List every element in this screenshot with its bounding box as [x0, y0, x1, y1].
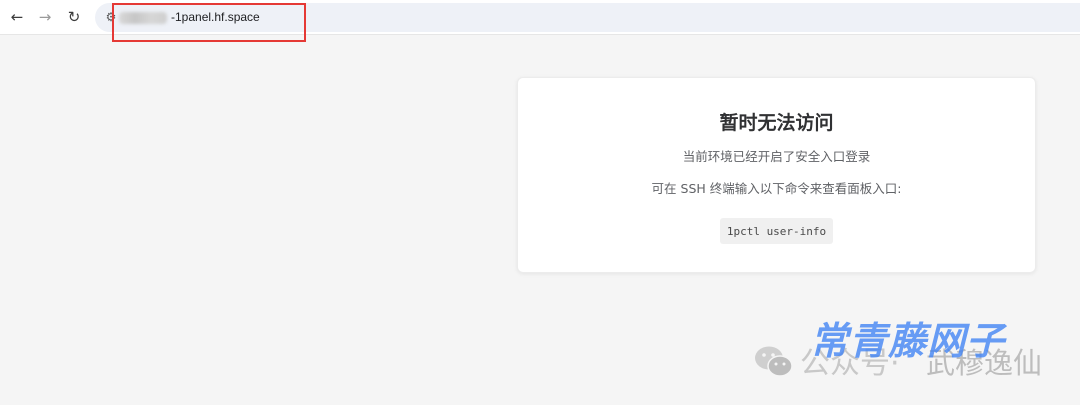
url-text[interactable]: -1panel.hf.space [171, 10, 260, 24]
address-bar[interactable]: ⚙ -1panel.hf.space [95, 3, 1080, 32]
back-arrow-icon[interactable]: ← [6, 6, 28, 28]
command-code: 1pctl user-info [720, 218, 833, 244]
browser-toolbar: ← → ↻ ⚙ -1panel.hf.space [0, 0, 1080, 35]
url-redacted-segment [119, 12, 167, 24]
card-title: 暂时无法访问 [719, 112, 834, 134]
reload-icon[interactable]: ↻ [63, 6, 85, 28]
ssh-instruction: 可在 SSH 终端输入以下命令来查看面板入口: [651, 181, 902, 196]
watermark: 公众号· 武穆逸仙 常青藤网子 [754, 310, 1074, 390]
watermark-stamp: 常青藤网子 [810, 319, 1006, 363]
site-settings-icon[interactable]: ⚙ [103, 9, 119, 25]
forward-arrow-icon[interactable]: → [34, 6, 56, 28]
security-entrance-notice: 当前环境已经开启了安全入口登录 [682, 149, 871, 164]
wechat-icon [755, 346, 793, 377]
